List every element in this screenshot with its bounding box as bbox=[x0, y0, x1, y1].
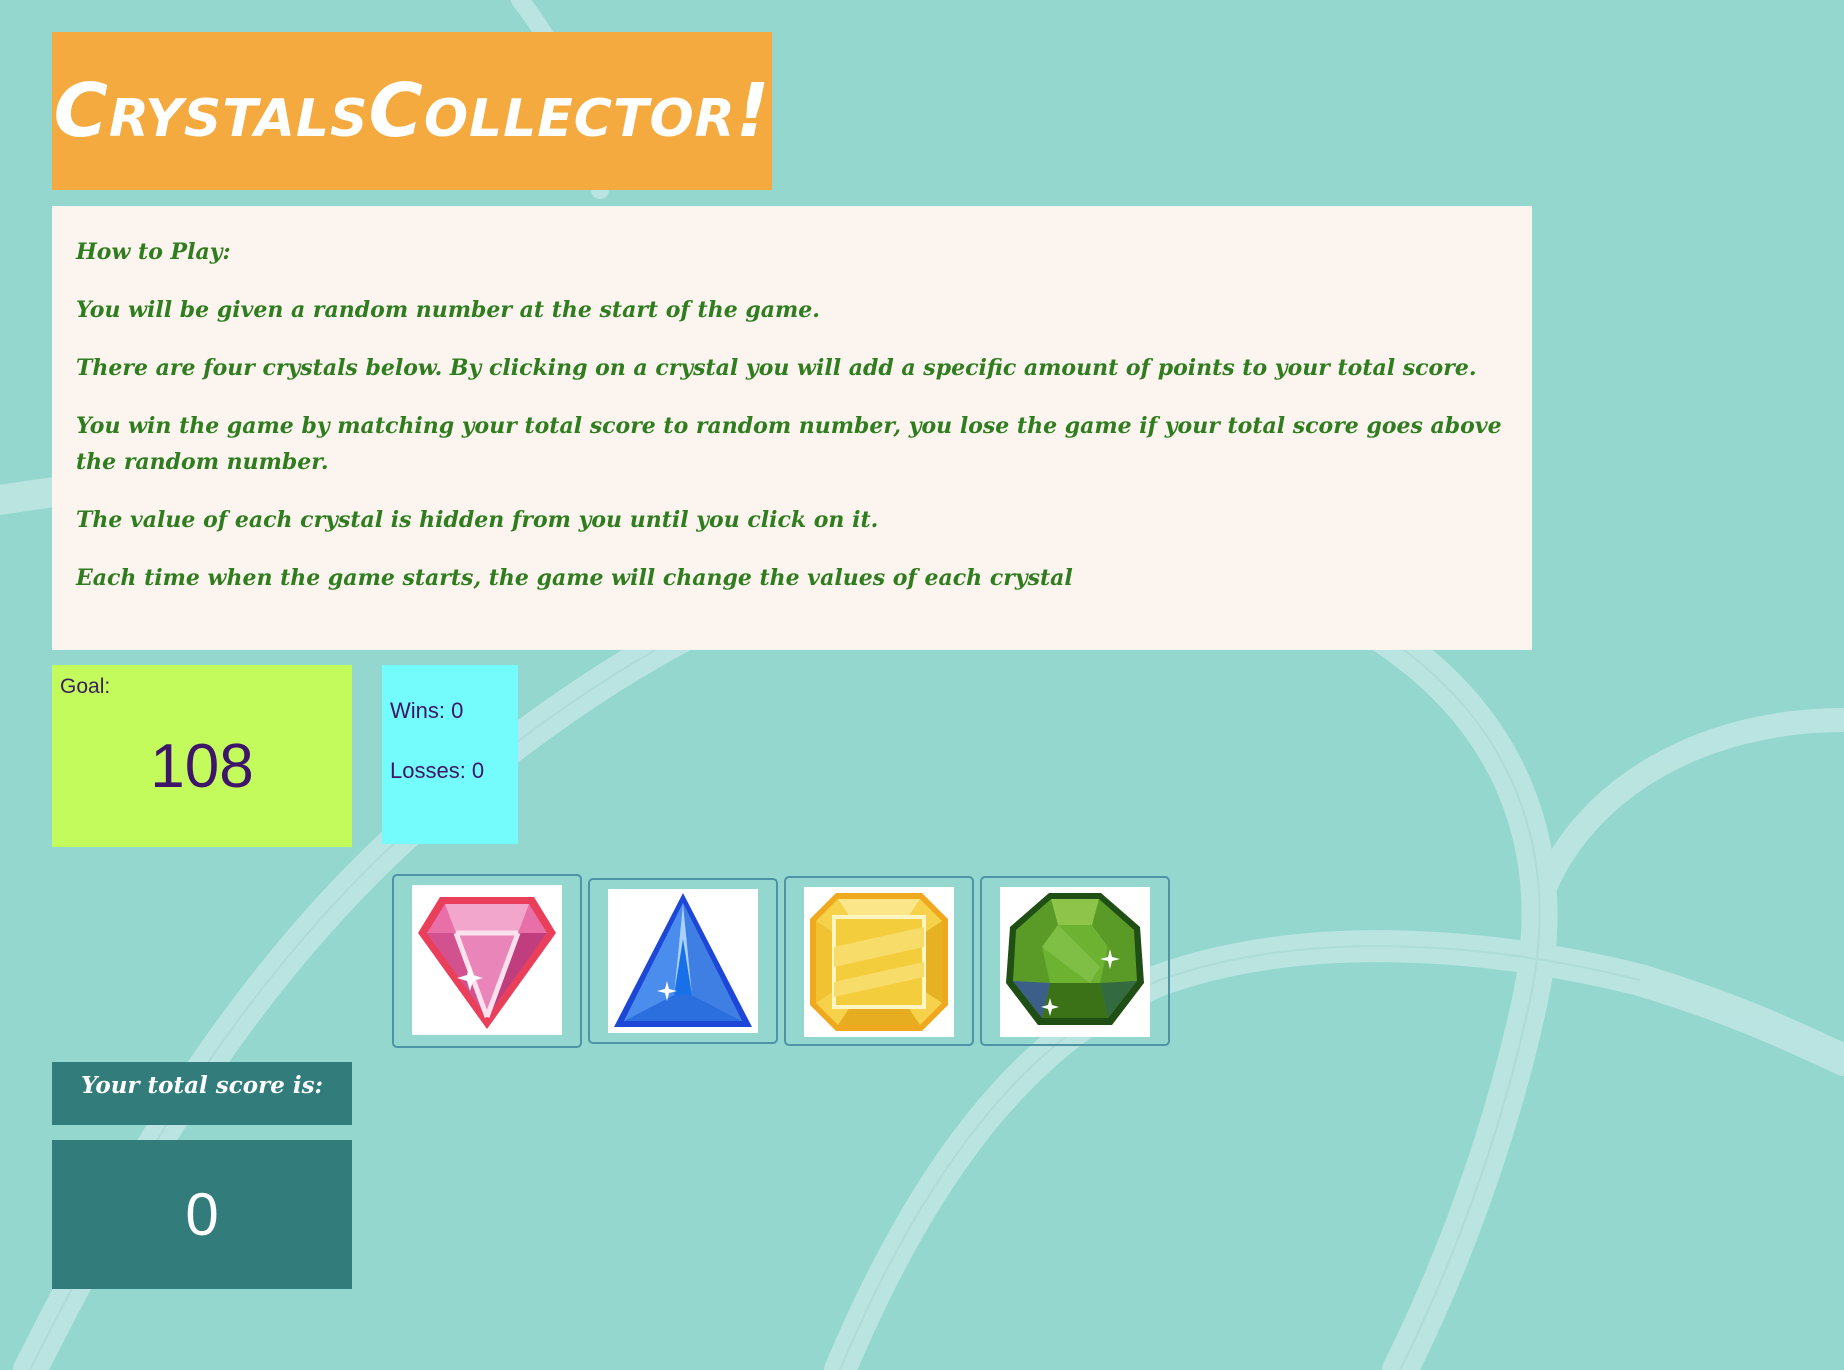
crystal-button-pink[interactable] bbox=[392, 874, 582, 1048]
score-panel: 0 bbox=[52, 1140, 352, 1289]
losses-count: Losses: 0 bbox=[390, 758, 485, 783]
goal-label: Goal: bbox=[60, 675, 111, 698]
crystal-button-green[interactable] bbox=[980, 876, 1170, 1046]
title-banner: CrystalsCollector! bbox=[52, 32, 772, 190]
pink-diamond-crystal-icon bbox=[418, 897, 556, 1029]
yellow-octagon-crystal-icon bbox=[810, 893, 948, 1031]
instructions-panel: How to Play: You will be given a random … bbox=[52, 206, 1532, 650]
crystal-button-blue[interactable] bbox=[588, 878, 778, 1044]
instructions-paragraph: You will be given a random number at the… bbox=[76, 297, 820, 323]
total-score: 0 bbox=[185, 1181, 219, 1248]
wins-count: Wins: 0 bbox=[390, 698, 464, 723]
green-round-crystal-icon bbox=[1006, 893, 1144, 1025]
crystal-button-yellow[interactable] bbox=[784, 876, 974, 1046]
instructions-paragraph: Each time when the game starts, the game… bbox=[76, 565, 1073, 591]
blue-triangle-crystal-icon bbox=[614, 893, 752, 1027]
goal-number: 108 bbox=[150, 732, 254, 801]
score-label-panel: Your total score is: bbox=[52, 1062, 352, 1125]
instructions-paragraph: There are four crystals below. By clicki… bbox=[76, 355, 1477, 381]
instructions-heading: How to Play: bbox=[76, 239, 231, 265]
stats-panel: Wins: 0 Losses: 0 bbox=[382, 665, 518, 844]
instructions-paragraph: You win the game by matching your total … bbox=[76, 413, 1502, 475]
score-label: Your total score is: bbox=[80, 1072, 324, 1099]
goal-panel: Goal: 108 bbox=[52, 665, 352, 847]
page-title: CrystalsCollector! bbox=[53, 68, 771, 154]
instructions-paragraph: The value of each crystal is hidden from… bbox=[76, 507, 879, 533]
